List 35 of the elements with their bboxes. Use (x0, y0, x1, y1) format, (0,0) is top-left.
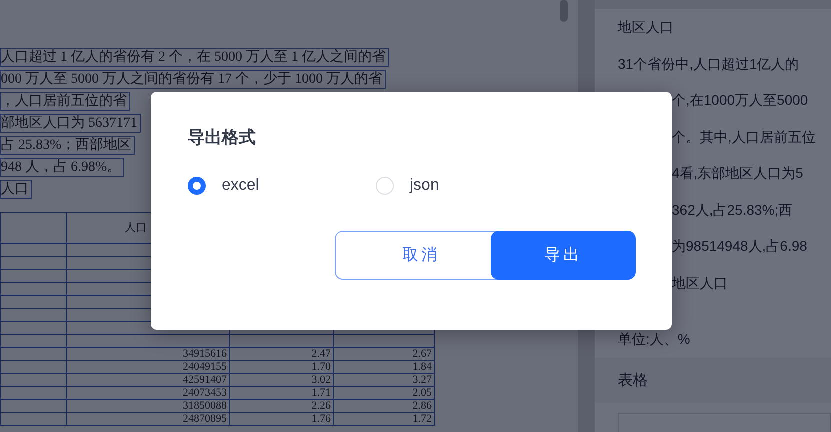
radio-button[interactable] (188, 177, 206, 195)
table-cell: 2.86 (334, 400, 434, 412)
table-cell: 2.26 (230, 400, 334, 412)
format-option[interactable]: json (376, 177, 564, 195)
section-heading: 地区人口 (617, 18, 675, 37)
table-cell: 1.84 (334, 360, 434, 374)
panel-text-line: 个,在1000万人至5000 (671, 91, 810, 110)
table-cell: 34915616 (66, 348, 230, 360)
table-cell: 2.05 (334, 386, 434, 400)
panel-text-line: 地区人口 (671, 274, 729, 292)
table-cell: 24870895 (66, 412, 230, 426)
table-cell: 1.71 (230, 386, 334, 400)
dialog-title: 导出格式 (188, 127, 257, 149)
panel-text-line: 个。其中,人口居前五位 (671, 128, 817, 146)
table-header: 人口 (125, 222, 147, 234)
table-cell: 1.70 (230, 360, 334, 374)
table-cell: 2.67 (334, 348, 434, 360)
panel-text-line: 4看,东部地区人口为5 (671, 164, 804, 183)
table-cell: 31850088 (66, 400, 230, 412)
table-cell: 1.72 (334, 412, 434, 426)
scrollbar-thumb[interactable] (560, 0, 568, 22)
panel-text-line: 单位:人、% (617, 330, 692, 349)
panel-text-line: 31个省份中,人口超过1亿人的 (617, 54, 800, 74)
table-cell: 3.02 (230, 374, 334, 386)
table-cell: 24073453 (66, 386, 230, 400)
panel-text-line: 为98514948人,占6.98 (671, 237, 808, 256)
panel-text-line: 362人,占25.83%;西 (671, 200, 794, 220)
table-cell: 1.76 (230, 412, 334, 426)
table-cell: 2.47 (230, 348, 334, 360)
export-button[interactable]: 导出 (491, 231, 636, 280)
table-cell: 24049155 (66, 360, 230, 374)
table-cell: 42591407 (66, 374, 230, 386)
table-cell: 3.27 (334, 374, 434, 386)
section-title-bar: 表格 (595, 358, 831, 402)
format-option[interactable]: excel (188, 177, 376, 195)
